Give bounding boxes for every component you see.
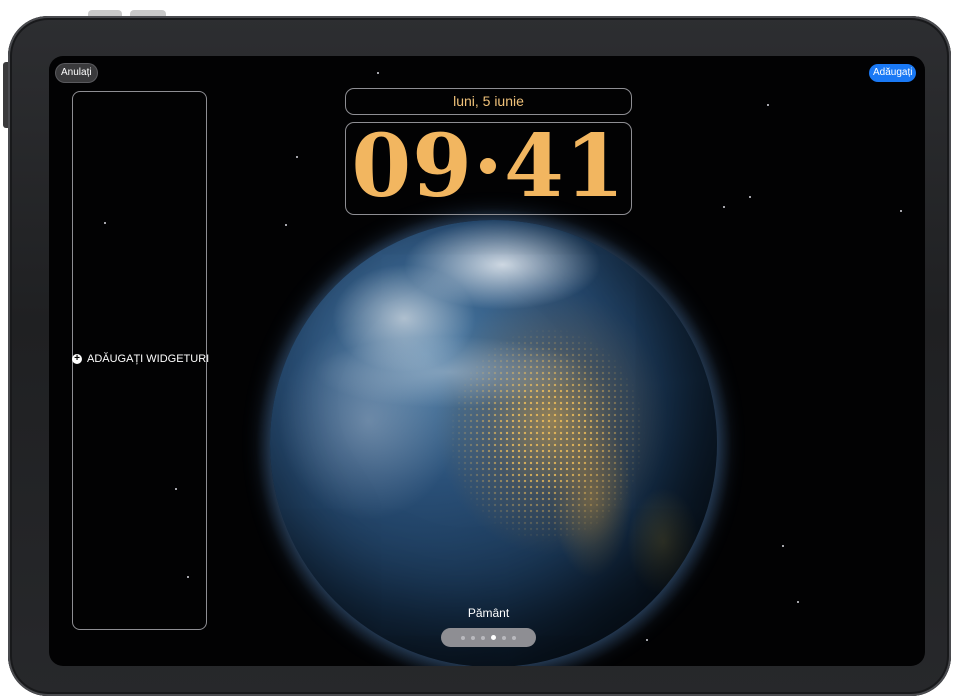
add-widgets-button[interactable]: + ADĂUGAȚI WIDGETURI: [72, 353, 209, 365]
page-dot[interactable]: [512, 635, 516, 640]
add-widgets-label: ADĂUGAȚI WIDGETURI: [87, 353, 210, 365]
lock-screen-editor: Anulați Adăugați + ADĂUGAȚI WIDGETURI lu…: [0, 0, 953, 698]
page-dot[interactable]: [481, 635, 485, 640]
wallpaper-page-indicator[interactable]: [441, 628, 536, 647]
city-lights: [270, 220, 717, 666]
add-button[interactable]: Adăugați: [869, 64, 917, 82]
earth-globe-image: [270, 220, 717, 666]
wallpaper-name: Pământ: [467, 606, 510, 620]
page-dot[interactable]: [471, 635, 475, 640]
cancel-button[interactable]: Anulați: [56, 64, 97, 82]
lock-screen-clock: 09·41: [351, 116, 626, 217]
page-dot[interactable]: [502, 635, 506, 640]
page-dot-active[interactable]: [491, 635, 496, 640]
plus-circle-icon: +: [72, 354, 82, 364]
page-dot[interactable]: [461, 635, 465, 640]
lock-screen-date: luni, 5 iunie: [453, 93, 524, 109]
